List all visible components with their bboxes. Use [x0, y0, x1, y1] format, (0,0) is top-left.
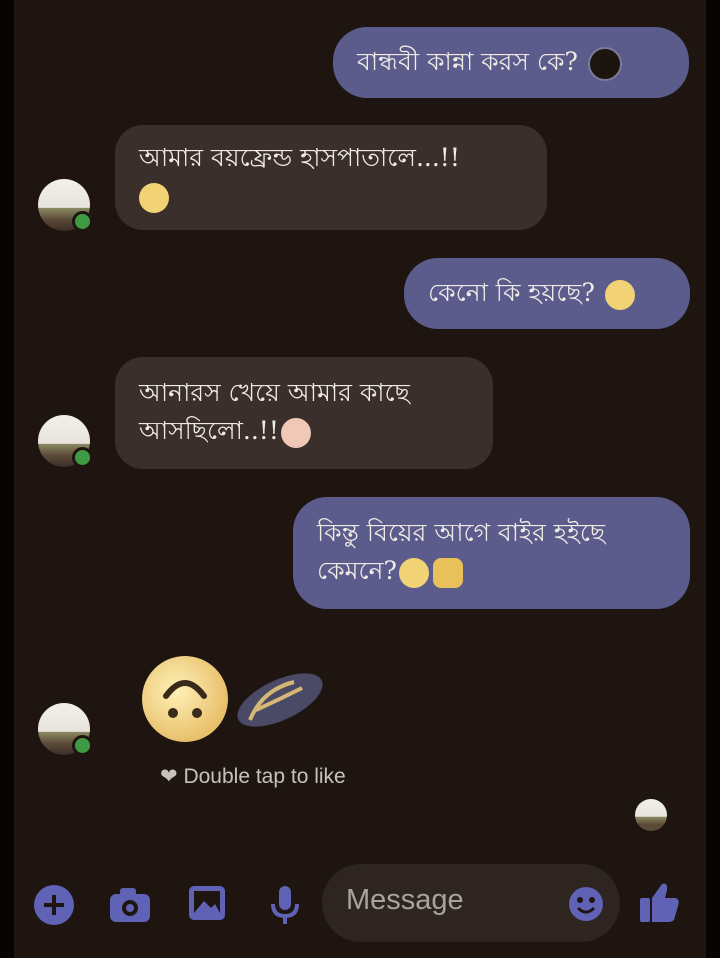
smile-wave-emoji [398, 557, 429, 588]
message-text-line: কেমনে? [317, 556, 397, 585]
online-status-dot [72, 211, 93, 232]
message-text-line: কিন্তু বিয়ের আগে বাইর হইছে [317, 518, 606, 547]
emoji-picker-icon[interactable] [568, 886, 604, 922]
message-bubble-received[interactable]: আনারস খেয়ে আমার কাছে আসছিলো..!! [115, 357, 493, 469]
left-edge [0, 0, 14, 958]
message-bubble-sent[interactable]: বান্ধবী কান্না করস কে? [333, 27, 689, 98]
thumbs-up-icon[interactable] [638, 880, 680, 924]
upside-down-face-emoji[interactable] [140, 654, 230, 744]
message-text: আমার বয়ফ্রেন্ড হাসপাতালে...!! [139, 143, 460, 172]
microphone-icon[interactable] [268, 884, 302, 926]
double-tap-hint: ❤ Double tap to like [160, 764, 346, 789]
message-bubble-received[interactable]: আমার বয়ফ্রেন্ড হাসপাতালে...!! [115, 125, 547, 230]
message-bubble-sent[interactable]: কেনো কি হয়ছে? [404, 258, 690, 329]
slipper-emoji[interactable] [232, 660, 328, 736]
message-placeholder: Message [346, 884, 464, 916]
message-text: কেনো কি হয়ছে? [428, 278, 595, 307]
avatar[interactable] [38, 415, 93, 468]
avatar[interactable] [38, 179, 93, 232]
message-text-line: আসছিলো..!! [139, 416, 279, 445]
plus-icon[interactable] [33, 884, 75, 926]
seen-avatar [635, 799, 667, 831]
right-edge [706, 0, 720, 958]
dark-face-emoji [587, 46, 622, 81]
image-icon[interactable] [187, 884, 227, 922]
eye-roll-emoji [604, 279, 635, 310]
camera-icon[interactable] [108, 886, 152, 924]
online-status-dot [72, 735, 93, 756]
avatar[interactable] [38, 703, 93, 756]
message-text: বান্ধবী কান্না করস কে? [357, 47, 578, 76]
waving-hand-emoji [432, 557, 463, 588]
message-bubble-sent[interactable]: কিন্তু বিয়ের আগে বাইর হইছে কেমনে? [293, 497, 690, 609]
double-tap-text: Double tap to like [183, 765, 346, 788]
heart-icon: ❤ [160, 765, 178, 788]
grinning-sweat-emoji [139, 182, 169, 213]
message-text-line: আনারস খেয়ে আমার কাছে [139, 378, 410, 407]
message-input[interactable]: Message [322, 864, 620, 942]
flushed-emoji [280, 417, 311, 448]
online-status-dot [72, 447, 93, 468]
